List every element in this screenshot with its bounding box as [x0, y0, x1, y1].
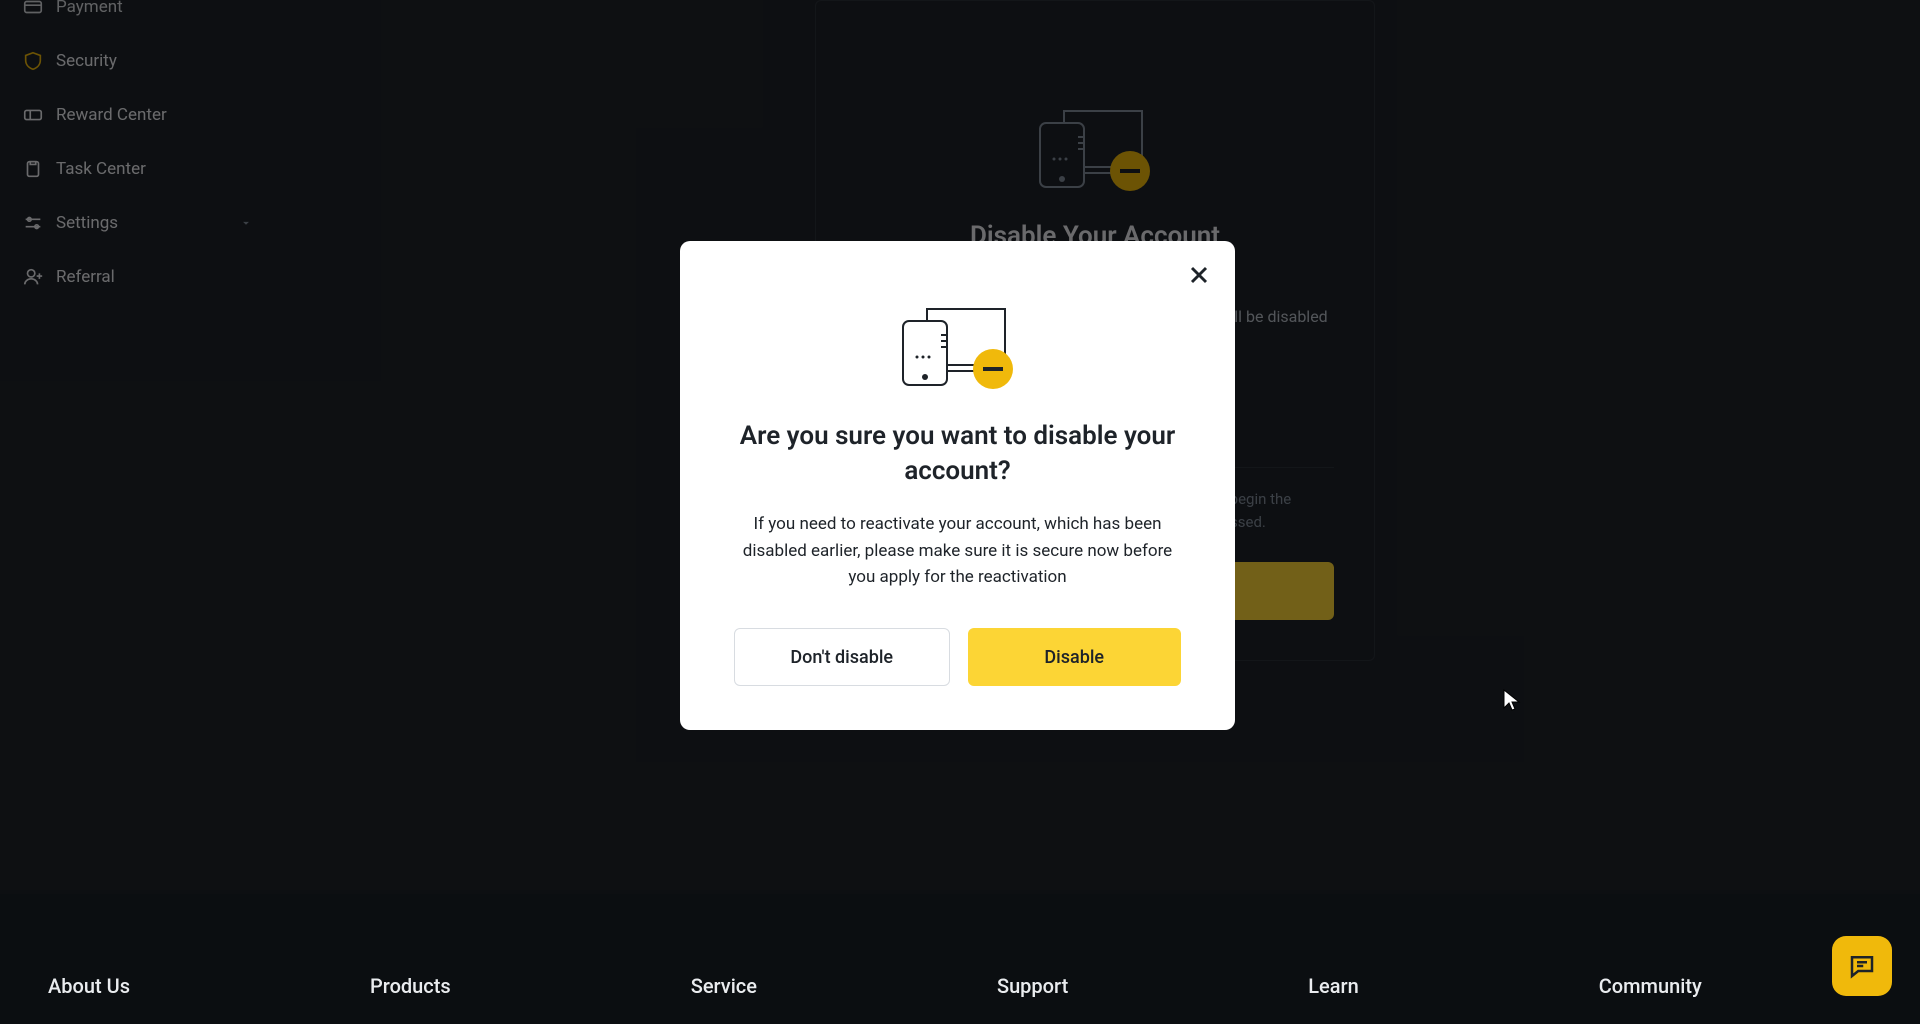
confirm-disable-modal: Are you sure you want to disable your ac…: [680, 241, 1235, 730]
modal-title: Are you sure you want to disable your ac…: [734, 419, 1181, 489]
modal-actions: Don't disable Disable: [734, 628, 1181, 686]
disable-button[interactable]: Disable: [968, 628, 1182, 686]
modal-body: If you need to reactivate your account, …: [734, 511, 1181, 590]
footer: About Us Products Service Support Learn …: [0, 894, 1920, 1024]
footer-col[interactable]: Support: [997, 974, 1068, 1024]
footer-col[interactable]: Community: [1599, 974, 1702, 1024]
dont-disable-button[interactable]: Don't disable: [734, 628, 950, 686]
devices-illustration: [893, 291, 1023, 391]
close-icon[interactable]: [1185, 261, 1213, 289]
footer-col[interactable]: About Us: [48, 974, 130, 1024]
footer-col[interactable]: Learn: [1308, 974, 1359, 1024]
footer-col[interactable]: Service: [691, 974, 757, 1024]
footer-col[interactable]: Products: [370, 974, 451, 1024]
chat-button[interactable]: [1832, 936, 1892, 996]
